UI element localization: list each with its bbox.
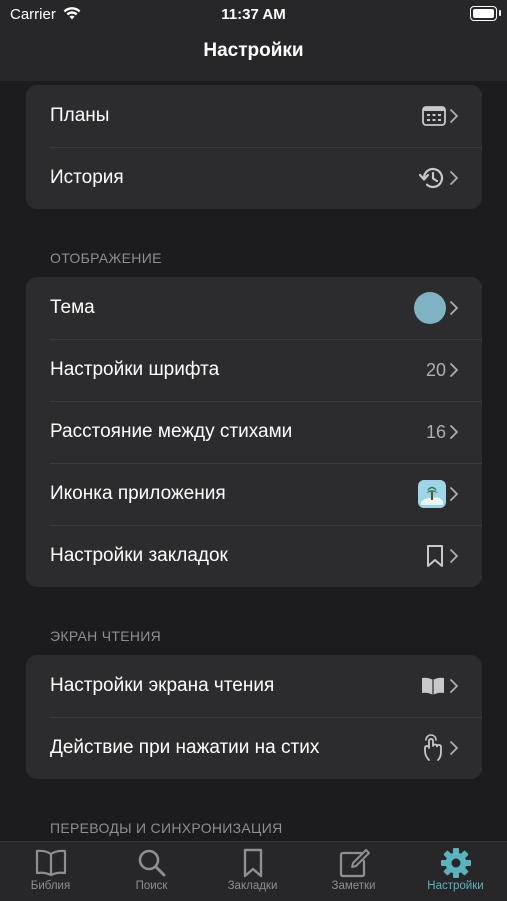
verse-spacing-label: Расстояние между стихами: [50, 421, 293, 442]
font-settings-label: Настройки шрифта: [50, 359, 220, 380]
settings-list[interactable]: Планы История ОТОБРАЖЕНИЕ Тема Настройки…: [0, 81, 507, 841]
chevron-right-icon: [450, 425, 458, 439]
open-book-icon: [422, 677, 444, 695]
font-settings-row[interactable]: Настройки шрифта 20: [26, 339, 482, 401]
font-size-value: 20: [425, 359, 446, 380]
app-icon-preview-icon: [418, 480, 446, 508]
navigation-bar: Carrier 11:37 AM Настройки: [0, 0, 507, 81]
chevron-right-icon: [450, 549, 458, 563]
app-icon-row[interactable]: Иконка приложения: [26, 463, 482, 525]
reading-group: Настройки экрана чтения Действие при наж…: [26, 655, 482, 779]
verse-tap-action-label: Действие при нажатии на стих: [50, 737, 320, 758]
bookmark-settings-row[interactable]: Настройки закладок: [26, 525, 482, 587]
calendar-icon: [422, 106, 446, 126]
chevron-right-icon: [450, 363, 458, 377]
chevron-right-icon: [450, 679, 458, 693]
plans-label: Планы: [50, 105, 110, 126]
tab-bookmarks[interactable]: Закладки: [202, 842, 303, 901]
hand-tap-icon: [424, 734, 442, 761]
gear-icon: [440, 848, 471, 878]
book-icon: [35, 849, 66, 877]
history-row[interactable]: История: [26, 147, 482, 209]
note-icon: [339, 849, 370, 878]
history-icon: [418, 167, 444, 189]
verse-spacing-row[interactable]: Расстояние между стихами 16: [26, 401, 482, 463]
chevron-right-icon: [450, 171, 458, 185]
plans-row[interactable]: Планы: [26, 85, 482, 147]
reading-screen-settings-label: Настройки экрана чтения: [50, 675, 275, 696]
bookmark-icon: [243, 848, 262, 878]
app-icon-label: Иконка приложения: [50, 483, 226, 504]
display-group: Тема Настройки шрифта 20 Расстояние межд…: [26, 277, 482, 587]
chevron-right-icon: [450, 301, 458, 315]
reading-section-header: ЭКРАН ЧТЕНИЯ: [50, 628, 162, 644]
search-icon: [138, 849, 165, 877]
tab-bar: Библия Поиск Закладки Заметки Настройки: [0, 841, 507, 901]
tab-search-label: Поиск: [135, 880, 168, 892]
history-label: История: [50, 167, 124, 188]
status-bar: Carrier 11:37 AM: [0, 0, 507, 30]
tab-notes-label: Заметки: [331, 880, 376, 892]
reading-screen-settings-row[interactable]: Настройки экрана чтения: [26, 655, 482, 717]
tab-settings[interactable]: Настройки: [405, 842, 506, 901]
bookmark-settings-label: Настройки закладок: [50, 545, 228, 566]
theme-color-swatch: [414, 292, 446, 324]
translations-section-header: ПЕРЕВОДЫ И СИНХРОНИЗАЦИЯ: [50, 820, 283, 836]
chevron-right-icon: [450, 741, 458, 755]
tab-settings-label: Настройки: [427, 880, 484, 892]
tab-bible-label: Библия: [30, 880, 71, 892]
theme-row[interactable]: Тема: [26, 277, 482, 339]
tab-bible[interactable]: Библия: [0, 842, 101, 901]
chevron-right-icon: [450, 487, 458, 501]
page-title: Настройки: [203, 40, 304, 61]
status-time: 11:37 AM: [221, 6, 286, 23]
general-group: Планы История: [26, 85, 482, 209]
verse-tap-action-row[interactable]: Действие при нажатии на стих: [26, 717, 482, 779]
theme-label: Тема: [50, 297, 95, 318]
tab-notes[interactable]: Заметки: [303, 842, 404, 901]
display-section-header: ОТОБРАЖЕНИЕ: [50, 250, 162, 266]
chevron-right-icon: [450, 109, 458, 123]
tab-bookmarks-label: Закладки: [227, 880, 278, 892]
battery-icon: [470, 6, 501, 21]
verse-spacing-value: 16: [425, 421, 446, 442]
bookmark-icon: [427, 545, 443, 567]
tab-search[interactable]: Поиск: [101, 842, 202, 901]
